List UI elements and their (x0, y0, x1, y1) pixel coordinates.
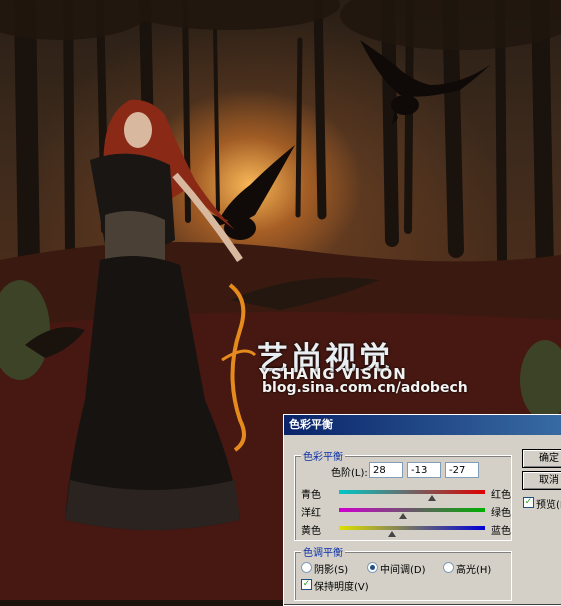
slider-blue-label: 蓝色 (491, 526, 511, 537)
tone-balance-group: 色调平衡 阴影(S) 中间调(D) 高光(H) ✓ 保持明度(V) (294, 544, 512, 601)
slider-yellow-label: 黄色 (301, 526, 321, 537)
shadows-radio[interactable] (301, 562, 312, 573)
cyan-red-slider-thumb[interactable] (428, 495, 437, 501)
yellow-blue-slider[interactable] (339, 526, 485, 537)
level-cyan-red-field[interactable]: 28 (369, 462, 403, 478)
ok-button[interactable]: 确定 (522, 449, 561, 468)
slider-green-label: 绿色 (491, 508, 511, 519)
midtones-radio[interactable] (367, 562, 378, 573)
cyan-red-slider[interactable] (339, 490, 485, 501)
flying-raven (360, 40, 490, 125)
highlights-radio[interactable] (443, 562, 454, 573)
shadows-label[interactable]: 阴影(S) (314, 561, 348, 576)
preserve-luminosity-checkbox[interactable]: ✓ (301, 579, 312, 590)
color-balance-group-label: 色彩平衡 (301, 448, 345, 463)
canopy (0, 0, 561, 50)
tone-balance-group-label: 色调平衡 (301, 544, 345, 559)
slider-magenta-label: 洋红 (301, 508, 321, 519)
midtones-label[interactable]: 中间调(D) (380, 561, 426, 576)
level-yellow-blue-field[interactable]: -27 (445, 462, 479, 478)
color-balance-group: 色彩平衡 色阶(L): 28 -13 -27 青色 红色 洋红 绿色 黄色 蓝色 (294, 448, 512, 541)
preserve-luminosity-label[interactable]: 保持明度(V) (314, 578, 369, 593)
slider-red-label: 红色 (491, 490, 511, 501)
magenta-green-slider-thumb[interactable] (398, 513, 407, 519)
level-magenta-green-field[interactable]: -13 (407, 462, 441, 478)
preview-checkbox[interactable]: ✓ (523, 497, 534, 508)
slider-cyan-label: 青色 (301, 490, 321, 501)
dialog-title[interactable]: 色彩平衡 (284, 415, 561, 435)
preview-label[interactable]: 预览(P) (536, 496, 561, 511)
watermark-url: blog.sina.com.cn/adobech (262, 380, 468, 396)
highlights-label[interactable]: 高光(H) (456, 561, 491, 576)
yellow-blue-slider-thumb[interactable] (388, 531, 397, 537)
color-balance-dialog: 色彩平衡 色彩平衡 色阶(L): 28 -13 -27 青色 红色 洋红 绿色 … (283, 414, 561, 606)
magenta-green-slider[interactable] (339, 508, 485, 519)
levels-label: 色阶(L): (331, 468, 368, 479)
cancel-button[interactable]: 取消 (522, 471, 561, 490)
